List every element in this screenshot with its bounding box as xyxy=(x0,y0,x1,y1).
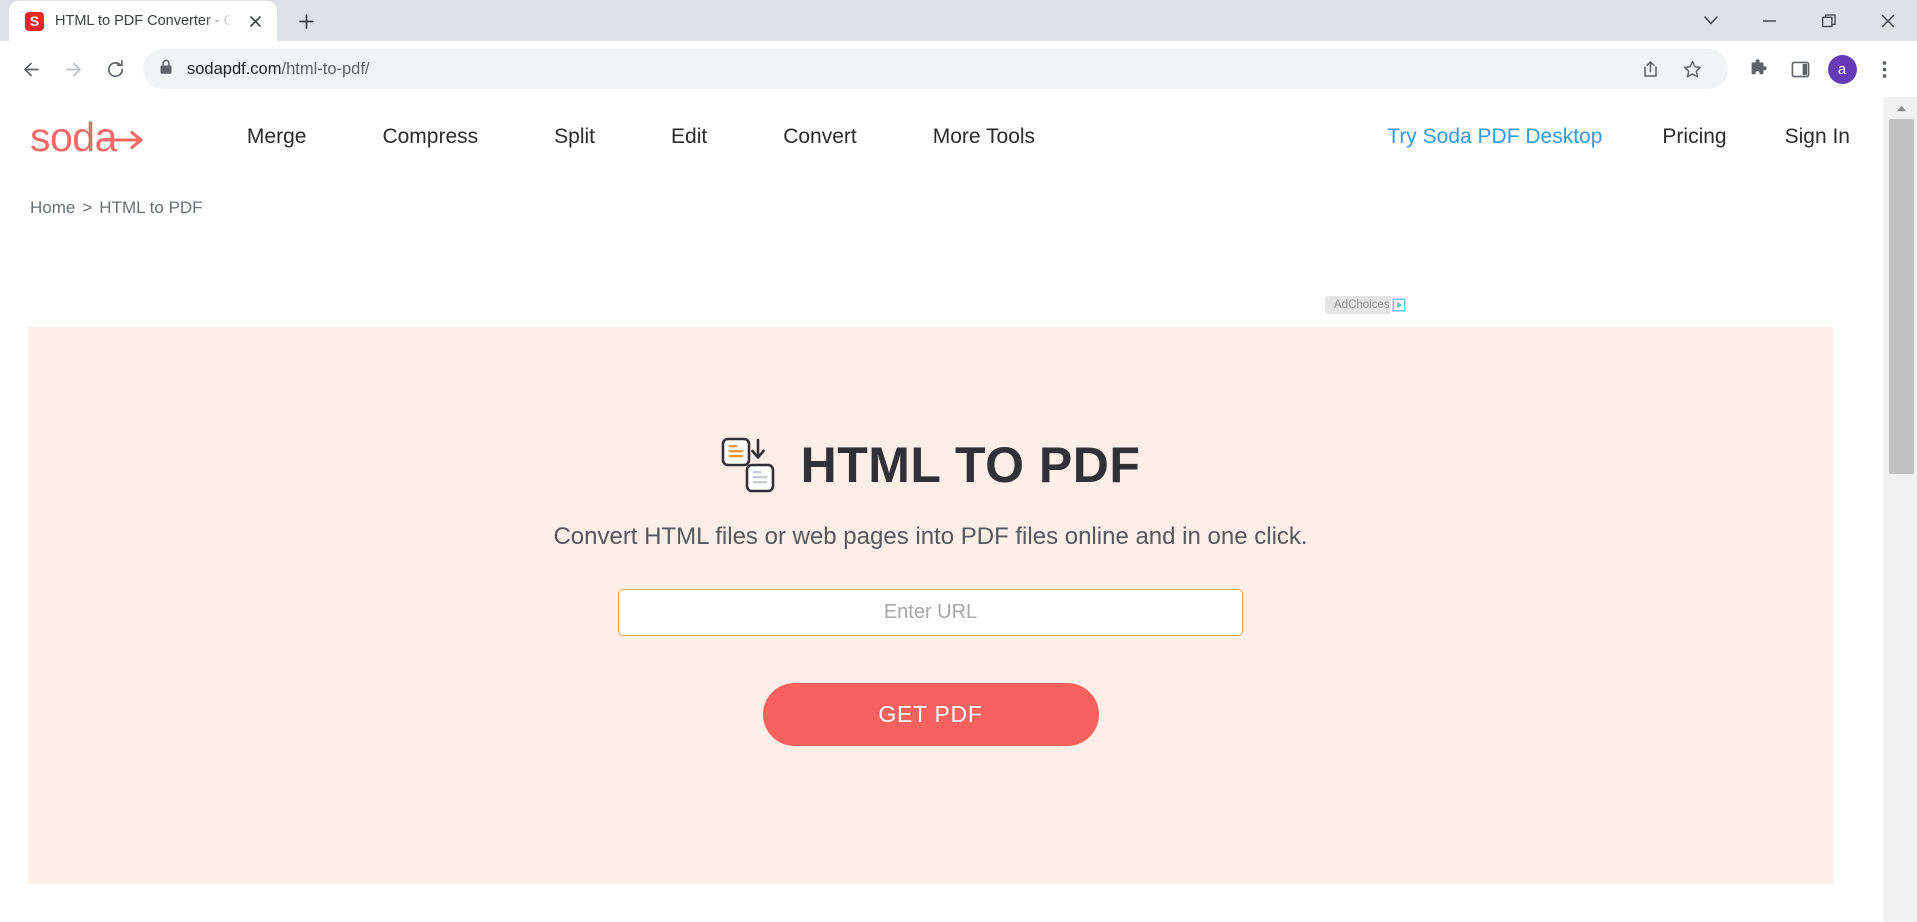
avatar[interactable]: a xyxy=(1822,49,1862,89)
get-pdf-button[interactable]: GET PDF xyxy=(762,683,1099,746)
nav-item-convert[interactable]: Convert xyxy=(745,125,895,149)
address-bar-text: sodapdf.com/html-to-pdf/ xyxy=(187,59,370,78)
sign-in-button[interactable]: Sign In xyxy=(1785,125,1850,149)
nav-item-split[interactable]: Split xyxy=(516,125,633,149)
adchoices-triangle-icon xyxy=(1390,296,1407,314)
hero-subtitle: Convert HTML files or web pages into PDF… xyxy=(553,523,1308,550)
restore-icon[interactable] xyxy=(1799,0,1858,41)
secondary-navigation: Try Soda PDF Desktop Pricing Sign In xyxy=(1387,125,1850,149)
arrow-icon xyxy=(102,117,146,158)
close-icon[interactable] xyxy=(244,10,266,32)
star-icon[interactable] xyxy=(1672,49,1712,89)
close-icon[interactable] xyxy=(1858,0,1917,41)
browser-tab[interactable]: S HTML to PDF Converter - Conver xyxy=(9,1,277,41)
page-viewport: soda Merge Compress Split Edit Convert M… xyxy=(0,97,1917,922)
new-tab-button[interactable] xyxy=(287,2,325,40)
nav-item-edit[interactable]: Edit xyxy=(633,125,745,149)
breadcrumb-current: HTML to PDF xyxy=(99,198,203,217)
breadcrumb-text: Home > HTML to PDF xyxy=(30,198,203,218)
breadcrumb-separator: > xyxy=(82,198,93,217)
soda-pdf-logo[interactable]: soda xyxy=(30,116,146,158)
window-controls xyxy=(1681,0,1917,41)
nav-item-more-tools[interactable]: More Tools xyxy=(895,125,1073,149)
tab-title: HTML to PDF Converter - Conver xyxy=(55,13,233,29)
breadcrumb: Home > HTML to PDF xyxy=(0,177,1884,239)
adchoices-badge[interactable]: AdChoices xyxy=(1325,296,1407,314)
adchoices-label: AdChoices xyxy=(1334,299,1390,311)
site-header: soda Merge Compress Split Edit Convert M… xyxy=(0,97,1884,177)
scroll-up-arrow-icon[interactable] xyxy=(1885,97,1917,119)
nav-item-merge[interactable]: Merge xyxy=(209,125,345,149)
reload-icon[interactable] xyxy=(95,49,135,89)
lock-icon xyxy=(159,59,173,80)
chevron-down-icon[interactable] xyxy=(1681,0,1740,41)
nav-item-pricing[interactable]: Pricing xyxy=(1662,125,1726,149)
share-icon[interactable] xyxy=(1630,49,1670,89)
minimize-icon[interactable] xyxy=(1740,0,1799,41)
page-scrollbar[interactable] xyxy=(1884,97,1917,922)
scrollbar-track[interactable] xyxy=(1885,119,1917,922)
forward-arrow-icon[interactable] xyxy=(53,49,93,89)
hero-section: HTML TO PDF Convert HTML files or web pa… xyxy=(28,327,1833,884)
nav-item-compress[interactable]: Compress xyxy=(344,125,516,149)
browser-chrome: S HTML to PDF Converter - Conver xyxy=(0,0,1917,97)
hero-title-row: HTML TO PDF xyxy=(721,437,1141,493)
main-navigation: Merge Compress Split Edit Convert More T… xyxy=(209,125,1073,149)
tab-favicon: S xyxy=(25,11,44,31)
puzzle-icon[interactable] xyxy=(1738,49,1778,89)
try-soda-pdf-desktop-link[interactable]: Try Soda PDF Desktop xyxy=(1387,125,1602,149)
omnibox-actions xyxy=(1630,49,1712,89)
back-arrow-icon[interactable] xyxy=(11,49,51,89)
side-panel-icon[interactable] xyxy=(1780,49,1820,89)
breadcrumb-home[interactable]: Home xyxy=(30,198,75,217)
three-dot-menu-icon[interactable] xyxy=(1864,49,1904,89)
web-page: soda Merge Compress Split Edit Convert M… xyxy=(0,97,1884,922)
browser-toolbar: sodapdf.com/html-to-pdf/ a xyxy=(0,41,1917,97)
url-input[interactable] xyxy=(618,589,1243,636)
scrollbar-thumb[interactable] xyxy=(1889,119,1914,474)
ad-slot xyxy=(0,239,1884,327)
address-bar[interactable]: sodapdf.com/html-to-pdf/ xyxy=(143,49,1728,89)
html-to-pdf-convert-icon xyxy=(721,437,775,493)
tab-strip: S HTML to PDF Converter - Conver xyxy=(0,0,1917,41)
page-title: HTML TO PDF xyxy=(800,437,1141,493)
